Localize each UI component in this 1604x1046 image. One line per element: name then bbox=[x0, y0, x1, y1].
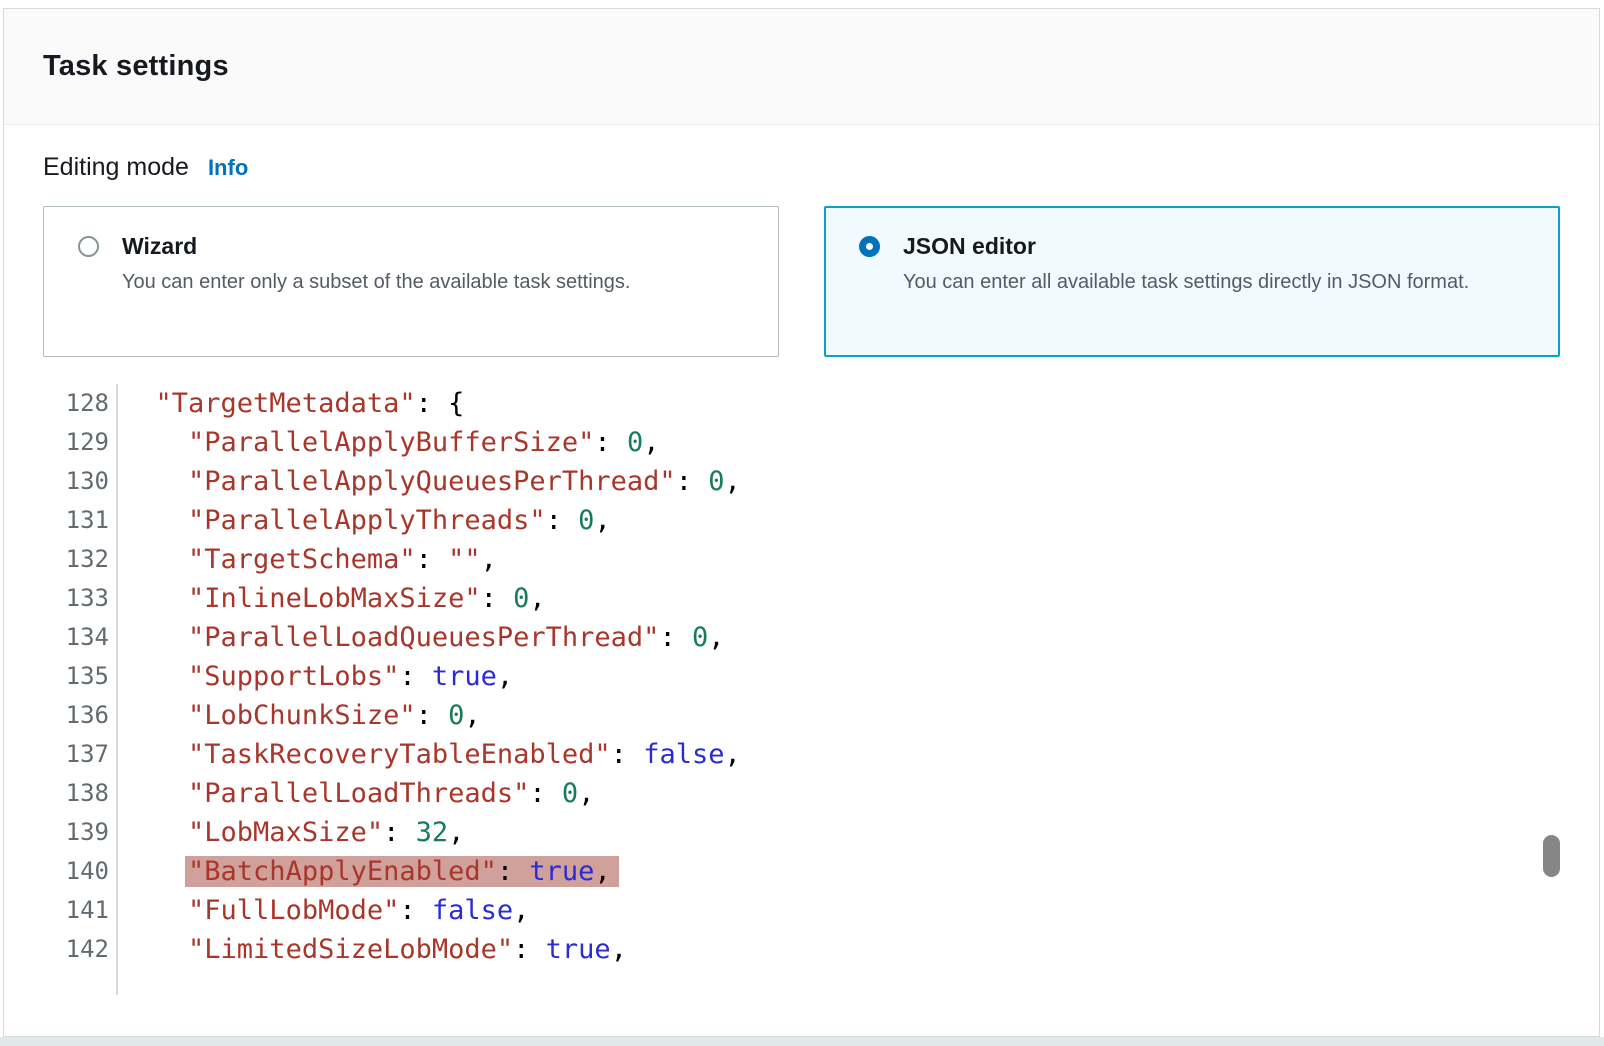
code-text: "TargetSchema": "", bbox=[188, 544, 497, 575]
code-text: "SupportLobs": true, bbox=[188, 661, 514, 692]
line-number: 137 bbox=[43, 735, 118, 774]
code-line: 130 "ParallelApplyQueuesPerThread": 0, bbox=[43, 462, 1599, 501]
panel-header: Task settings bbox=[4, 9, 1599, 125]
page-title: Task settings bbox=[43, 50, 229, 82]
code-text: "ParallelApplyQueuesPerThread": 0, bbox=[188, 466, 741, 497]
vertical-scrollbar-thumb[interactable] bbox=[1543, 835, 1560, 877]
info-link[interactable]: Info bbox=[208, 155, 248, 181]
option-json-editor-description: You can enter all available task setting… bbox=[903, 271, 1470, 293]
highlighted-code: "BatchApplyEnabled": true, bbox=[188, 856, 611, 887]
code-line: 141 "FullLobMode": false, bbox=[43, 891, 1599, 930]
code-text: "TargetMetadata": { bbox=[155, 388, 465, 419]
code-text: "InlineLobMaxSize": 0, bbox=[188, 583, 546, 614]
line-number: 128 bbox=[43, 384, 118, 423]
option-wizard-header: Wizard bbox=[78, 233, 760, 260]
code-line: 129 "ParallelApplyBufferSize": 0, bbox=[43, 423, 1599, 462]
code-line: 142 "LimitedSizeLobMode": true, bbox=[43, 930, 1599, 969]
code-text: "LobMaxSize": 32, bbox=[188, 817, 465, 848]
code-text: "LobChunkSize": 0, bbox=[188, 700, 481, 731]
code-text: "BatchApplyEnabled": true, bbox=[118, 852, 611, 891]
panel-content: Editing mode Info Wizard You can enter o… bbox=[4, 125, 1599, 995]
code-line: 133 "InlineLobMaxSize": 0, bbox=[43, 579, 1599, 618]
line-number bbox=[43, 969, 118, 995]
line-number: 136 bbox=[43, 696, 118, 735]
line-number: 130 bbox=[43, 462, 118, 501]
code-line-empty bbox=[43, 969, 1599, 995]
line-number: 133 bbox=[43, 579, 118, 618]
code-line: 135 "SupportLobs": true, bbox=[43, 657, 1599, 696]
code-text: "TaskRecoveryTableEnabled": false, bbox=[188, 739, 741, 770]
line-number: 138 bbox=[43, 774, 118, 813]
code-text: "FullLobMode": false, bbox=[188, 895, 530, 926]
code-lines: 128 "TargetMetadata": {129 "ParallelAppl… bbox=[43, 384, 1599, 995]
line-number: 132 bbox=[43, 540, 118, 579]
code-text: "ParallelApplyBufferSize": 0, bbox=[188, 427, 660, 458]
code-line: 131 "ParallelApplyThreads": 0, bbox=[43, 501, 1599, 540]
line-number: 140 bbox=[43, 852, 118, 891]
code-line: 128 "TargetMetadata": { bbox=[43, 384, 1599, 423]
line-number: 135 bbox=[43, 657, 118, 696]
code-line: 132 "TargetSchema": "", bbox=[43, 540, 1599, 579]
line-number: 141 bbox=[43, 891, 118, 930]
code-text: "ParallelLoadThreads": 0, bbox=[188, 778, 595, 809]
line-number: 134 bbox=[43, 618, 118, 657]
code-line: 134 "ParallelLoadQueuesPerThread": 0, bbox=[43, 618, 1599, 657]
task-settings-panel: Task settings Editing mode Info Wizard Y… bbox=[3, 8, 1600, 1037]
editing-mode-options: Wizard You can enter only a subset of th… bbox=[43, 206, 1599, 357]
line-number: 142 bbox=[43, 930, 118, 969]
line-number: 139 bbox=[43, 813, 118, 852]
code-text: "LimitedSizeLobMode": true, bbox=[188, 934, 627, 965]
line-number: 131 bbox=[43, 501, 118, 540]
option-json-editor-header: JSON editor bbox=[859, 233, 1541, 260]
code-line: 137 "TaskRecoveryTableEnabled": false, bbox=[43, 735, 1599, 774]
json-editor[interactable]: 128 "TargetMetadata": {129 "ParallelAppl… bbox=[43, 384, 1599, 995]
editing-mode-label: Editing mode bbox=[43, 153, 189, 181]
radio-selected-icon[interactable] bbox=[859, 236, 880, 257]
code-text: "ParallelLoadQueuesPerThread": 0, bbox=[188, 622, 725, 653]
code-line: 140 "BatchApplyEnabled": true, bbox=[43, 852, 1599, 891]
option-json-editor-title: JSON editor bbox=[903, 233, 1036, 259]
option-json-editor[interactable]: JSON editor You can enter all available … bbox=[824, 206, 1560, 357]
code-line: 138 "ParallelLoadThreads": 0, bbox=[43, 774, 1599, 813]
option-wizard-title: Wizard bbox=[122, 233, 198, 259]
radio-unselected-icon[interactable] bbox=[78, 236, 99, 257]
option-wizard-description: You can enter only a subset of the avail… bbox=[122, 271, 631, 293]
code-line: 139 "LobMaxSize": 32, bbox=[43, 813, 1599, 852]
page-background-strip bbox=[0, 1037, 1604, 1046]
code-line: 136 "LobChunkSize": 0, bbox=[43, 696, 1599, 735]
option-wizard[interactable]: Wizard You can enter only a subset of th… bbox=[43, 206, 779, 357]
editing-mode-row: Editing mode Info bbox=[43, 153, 1599, 182]
line-number: 129 bbox=[43, 423, 118, 462]
code-text: "ParallelApplyThreads": 0, bbox=[188, 505, 611, 536]
